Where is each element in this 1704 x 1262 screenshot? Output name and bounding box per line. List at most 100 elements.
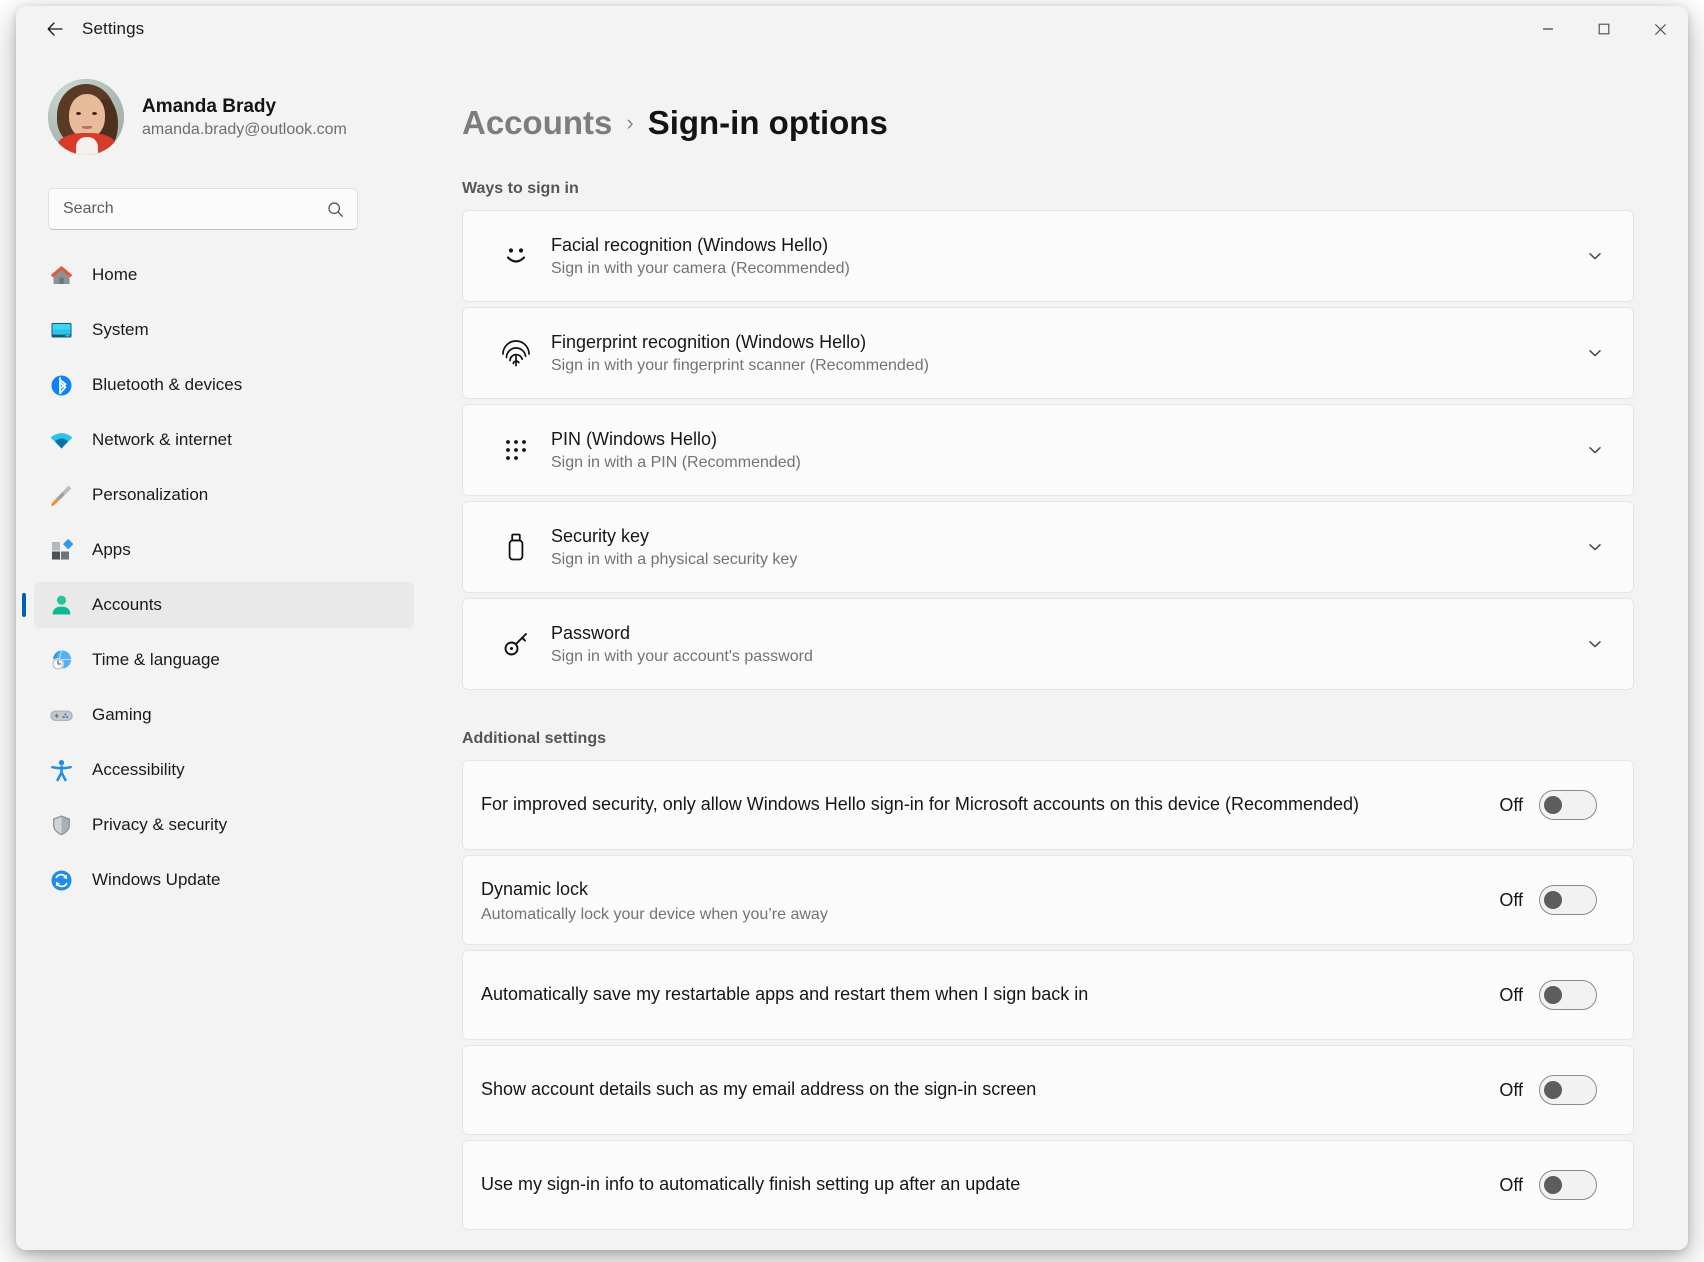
sidebar-item-label: Accessibility (92, 760, 185, 779)
sidebar-item-label: Network & internet (92, 430, 232, 449)
close-icon (1654, 23, 1666, 35)
person-icon (48, 592, 74, 618)
signin-option-card: Fingerprint recognition (Windows Hello) … (462, 307, 1634, 399)
signin-option-fingerprint-recognition[interactable]: Fingerprint recognition (Windows Hello) … (463, 308, 1633, 398)
clock-globe-icon (48, 647, 74, 673)
maximize-button[interactable] (1576, 6, 1632, 52)
search-box[interactable] (48, 188, 358, 230)
additional-settings-heading: Additional settings (462, 730, 606, 747)
face-smile-icon (493, 240, 539, 272)
signin-option-subtitle: Sign in with a PIN (Recommended) (551, 453, 801, 471)
setting-restartable-apps: Automatically save my restartable apps a… (463, 951, 1633, 1039)
window-controls (1520, 6, 1688, 52)
usb-security-key-icon (493, 531, 539, 563)
profile-email: amanda.brady@outlook.com (142, 120, 347, 138)
back-arrow-icon (47, 22, 63, 36)
setting-use-signin-info-after-update: Use my sign-in info to automatically fin… (463, 1141, 1633, 1229)
sidebar-item-privacy-security[interactable]: Privacy & security (34, 802, 414, 848)
paintbrush-icon (48, 482, 74, 508)
chevron-down-icon[interactable] (1581, 441, 1609, 459)
avatar (48, 79, 124, 155)
sidebar-item-bluetooth[interactable]: Bluetooth & devices (34, 362, 414, 408)
sidebar-item-label: Bluetooth & devices (92, 375, 243, 394)
minimize-button[interactable] (1520, 6, 1576, 52)
sidebar-item-network[interactable]: Network & internet (34, 417, 414, 463)
main-content: Accounts › Sign-in options Ways to sign … (436, 52, 1688, 1250)
signin-option-card: Facial recognition (Windows Hello) Sign … (462, 210, 1634, 302)
sidebar-item-system[interactable]: System (34, 307, 414, 353)
close-button[interactable] (1632, 6, 1688, 52)
bluetooth-icon (48, 372, 74, 398)
signin-option-pin[interactable]: PIN (Windows Hello) Sign in with a PIN (… (463, 405, 1633, 495)
search-input[interactable] (63, 200, 327, 218)
toggle-switch[interactable] (1539, 980, 1597, 1010)
sidebar-item-gaming[interactable]: Gaming (34, 692, 414, 738)
sidebar-item-label: Accounts (92, 595, 162, 614)
setting-windows-hello-only: For improved security, only allow Window… (463, 761, 1633, 849)
additional-setting-card: Use my sign-in info to automatically fin… (462, 1140, 1634, 1230)
chevron-down-icon[interactable] (1581, 344, 1609, 362)
signin-option-subtitle: Sign in with a physical security key (551, 550, 798, 568)
settings-window: Settings Amanda Brady amanda.brady@outlo… (16, 6, 1688, 1250)
signin-option-title: Password (551, 622, 631, 643)
maximize-icon (1598, 23, 1610, 35)
signin-option-password[interactable]: Password Sign in with your account's pas… (463, 599, 1633, 689)
setting-subtitle: Automatically lock your device when you’… (481, 906, 828, 924)
toggle-switch[interactable] (1539, 885, 1597, 915)
accessibility-person-icon (48, 757, 74, 783)
toggle-switch[interactable] (1539, 1170, 1597, 1200)
minimize-icon (1543, 28, 1553, 30)
additional-setting-card: For improved security, only allow Window… (462, 760, 1634, 850)
setting-show-account-details: Show account details such as my email ad… (463, 1046, 1633, 1134)
page-title: Sign-in options (647, 104, 888, 141)
setting-dynamic-lock: Dynamic lock Automatically lock your dev… (463, 856, 1633, 944)
sidebar-item-apps[interactable]: Apps (34, 527, 414, 573)
toggle-state-label: Off (1499, 984, 1523, 1005)
signin-option-subtitle: Sign in with your fingerprint scanner (R… (551, 356, 929, 374)
setting-title: Show account details such as my email ad… (481, 1079, 1037, 1100)
apps-grid-icon (48, 537, 74, 563)
update-refresh-icon (48, 867, 74, 893)
window-title: Settings (82, 19, 145, 38)
sidebar-item-label: Home (92, 265, 138, 284)
toggle-switch[interactable] (1539, 1075, 1597, 1105)
sidebar-item-label: Gaming (92, 705, 152, 724)
profile-name: Amanda Brady (142, 95, 277, 117)
signin-option-subtitle: Sign in with your camera (Recommended) (551, 259, 850, 277)
breadcrumb: Accounts › Sign-in options (462, 104, 1634, 142)
setting-title: Automatically save my restartable apps a… (481, 984, 1089, 1005)
sidebar-item-label: Personalization (92, 485, 209, 504)
signin-option-title: Facial recognition (Windows Hello) (551, 234, 829, 255)
sidebar-item-home[interactable]: Home (34, 252, 414, 298)
sidebar-item-accounts[interactable]: Accounts (22, 582, 414, 628)
monitor-icon (48, 317, 74, 343)
additional-setting-card: Dynamic lock Automatically lock your dev… (462, 855, 1634, 945)
signin-option-title: PIN (Windows Hello) (551, 428, 718, 449)
title-bar: Settings (16, 6, 1688, 52)
toggle-switch[interactable] (1539, 790, 1597, 820)
breadcrumb-separator-icon: › (626, 110, 634, 135)
sidebar-item-label: Apps (92, 540, 131, 559)
sidebar-item-personalization[interactable]: Personalization (34, 472, 414, 518)
chevron-down-icon[interactable] (1581, 247, 1609, 265)
additional-setting-card: Show account details such as my email ad… (462, 1045, 1634, 1135)
sidebar-nav: Home System Bluetooth & devices Network … (22, 252, 414, 903)
sidebar-item-label: Time & language (92, 650, 220, 669)
signin-option-facial-recognition[interactable]: Facial recognition (Windows Hello) Sign … (463, 211, 1633, 301)
setting-title: Use my sign-in info to automatically fin… (481, 1174, 1021, 1195)
breadcrumb-parent[interactable]: Accounts (462, 104, 612, 142)
additional-setting-card: Automatically save my restartable apps a… (462, 950, 1634, 1040)
home-icon (48, 262, 74, 288)
profile-section[interactable]: Amanda Brady amanda.brady@outlook.com (34, 52, 414, 164)
fingerprint-icon (493, 336, 539, 370)
toggle-state-label: Off (1499, 1079, 1523, 1100)
sidebar-item-windows-update[interactable]: Windows Update (34, 857, 414, 903)
chevron-down-icon[interactable] (1581, 635, 1609, 653)
sidebar-item-accessibility[interactable]: Accessibility (34, 747, 414, 793)
sidebar-item-time-language[interactable]: Time & language (34, 637, 414, 683)
signin-option-security-key[interactable]: Security key Sign in with a physical sec… (463, 502, 1633, 592)
pin-keypad-icon (493, 435, 539, 465)
chevron-down-icon[interactable] (1581, 538, 1609, 556)
back-button[interactable] (34, 12, 76, 46)
signin-option-subtitle: Sign in with your account's password (551, 647, 813, 665)
